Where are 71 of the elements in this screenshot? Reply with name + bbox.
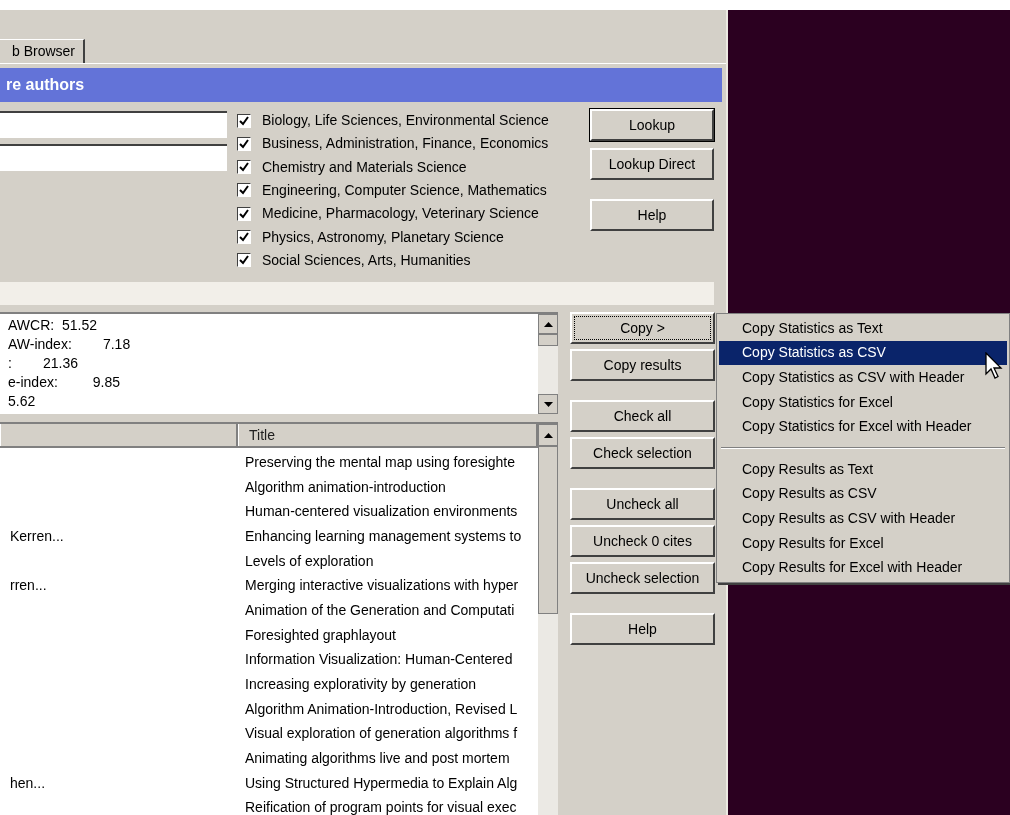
checkbox[interactable] <box>237 206 251 221</box>
button[interactable]: Copy results <box>570 349 715 381</box>
button[interactable]: Check selection <box>570 437 715 469</box>
button[interactable]: Check all <box>570 400 715 432</box>
menu-item[interactable]: Copy Results as CSV with Header <box>719 506 1007 531</box>
checkbox-label: Medicine, Pharmacology, Veterinary Science <box>262 204 539 224</box>
table-cell-text: Levels of exploration <box>244 551 375 571</box>
table-cell-text: rren... <box>9 576 48 596</box>
checkbox-label: Chemistry and Materials Science <box>262 157 467 177</box>
table-cell-text: Visual exploration of generation algorithms f <box>244 724 519 744</box>
table-cell-text: Algorithm Animation-Introduction, Revised L <box>244 699 519 719</box>
table-cell-text: Using Structured Hypermedia to Explain Alg <box>244 773 519 793</box>
button[interactable]: Uncheck 0 cites <box>570 525 715 557</box>
menu-item[interactable]: Copy Statistics for Excel <box>719 389 1007 415</box>
table-cell-text: Human-centered visualization environments <box>244 502 519 522</box>
table-cell-text: Algorithm animation-introduction <box>244 477 447 497</box>
checkbox[interactable] <box>237 160 251 175</box>
mouse-pointer-icon <box>985 352 1003 380</box>
table-cell-text: Information Visualization: Human-Centered <box>244 650 514 670</box>
table-cell-text: Kerren... <box>9 526 65 546</box>
checkbox-label: Engineering, Computer Science, Mathematics <box>262 181 547 200</box>
checkbox[interactable] <box>237 113 251 128</box>
scroll-up-button[interactable] <box>538 314 558 334</box>
checkbox[interactable] <box>237 136 251 151</box>
menu-item[interactable]: Copy Statistics as CSV <box>719 340 1007 366</box>
statistic-line: e-index: 9.85 <box>8 373 122 392</box>
checkbox-label: Business, Administration, Finance, Economics <box>262 134 549 154</box>
table-cell-text: Merging interactive visualizations with hyper <box>244 576 520 596</box>
scroll-up-button[interactable] <box>538 424 558 446</box>
statistic-line: AWCR: 51.52 <box>8 316 98 335</box>
table-cell-text: hen... <box>9 773 47 793</box>
checkbox-label: Biology, Life Sciences, Environmental Science <box>262 111 549 131</box>
button[interactable]: Help <box>590 199 714 231</box>
statistic-line: AW-index: 7.18 <box>8 335 132 354</box>
down-arrow-icon <box>543 401 553 407</box>
checkbox[interactable] <box>237 230 251 245</box>
section-title: re authors <box>5 75 85 95</box>
menu-item[interactable]: Copy Statistics for Excel with Header <box>719 414 1007 439</box>
table-cell-text: Increasing explorativity by generation <box>244 675 478 695</box>
checkbox-label: Physics, Astronomy, Planetary Science <box>262 227 504 247</box>
button[interactable]: Lookup Direct <box>590 148 714 180</box>
checkbox-label: Social Sciences, Arts, Humanities <box>262 250 471 270</box>
checkbox[interactable] <box>237 183 251 198</box>
scroll-down-button[interactable] <box>538 394 558 414</box>
menu-item[interactable]: Copy Results for Excel with Header <box>719 555 1007 580</box>
table-cell-text: Animating algorithms live and post mortem <box>244 749 511 769</box>
scroll-thumb[interactable] <box>538 334 558 346</box>
table-cell-text: Preserving the mental map using foresighte <box>244 452 517 472</box>
button[interactable]: Help <box>570 613 715 645</box>
statistic-line: : 21.36 <box>8 354 80 373</box>
up-arrow-icon <box>543 321 553 327</box>
menu-item[interactable]: Copy Results for Excel <box>719 530 1007 556</box>
scroll-thumb[interactable] <box>538 446 558 614</box>
button[interactable]: Uncheck selection <box>570 562 715 594</box>
menu-item[interactable]: Copy Results as Text <box>719 456 1007 482</box>
menu-item[interactable]: Copy Statistics as CSV with Header <box>719 365 1007 390</box>
table-cell-text: Enhancing learning management systems to <box>244 526 523 546</box>
tab[interactable]: b Browser <box>0 39 85 63</box>
table-cell-text: Reification of program points for visual exec <box>244 798 518 815</box>
button[interactable]: Copy > <box>570 312 715 344</box>
button[interactable]: Lookup <box>590 109 714 141</box>
up-arrow-icon <box>543 432 553 438</box>
table-cell-text: Animation of the Generation and Computati <box>244 600 516 620</box>
input-field[interactable] <box>0 144 227 171</box>
menu-item[interactable]: Copy Statistics as Text <box>719 316 1007 341</box>
input-field[interactable] <box>0 111 227 138</box>
menu-item[interactable]: Copy Results as CSV <box>719 481 1007 507</box>
table-cell-text: Foresighted graphlayout <box>244 625 397 645</box>
statistic-line: 5.62 <box>8 392 37 411</box>
button[interactable]: Uncheck all <box>570 488 715 520</box>
checkbox[interactable] <box>237 253 251 268</box>
